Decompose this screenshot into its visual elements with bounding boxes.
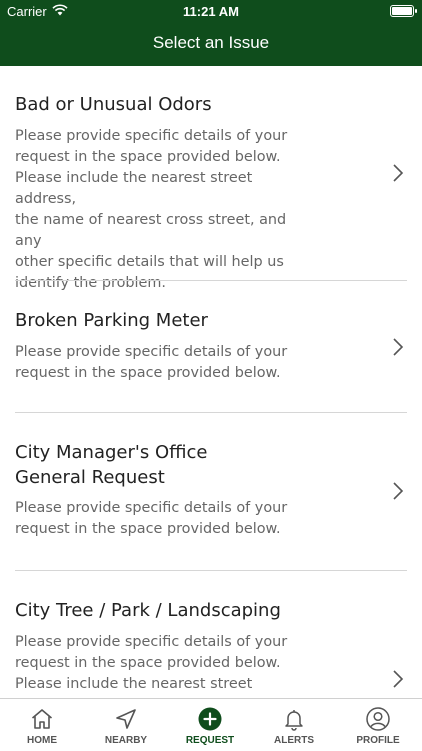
plus-circle-icon <box>198 707 222 731</box>
user-circle-icon <box>366 707 390 731</box>
issue-title: Broken Parking Meter <box>15 310 208 331</box>
chevron-right-icon <box>393 338 404 356</box>
chevron-right-icon <box>393 670 404 688</box>
issue-description: Please provide specific details of your … <box>15 344 288 381</box>
tab-bar: HOME NEARBY REQUEST ALERTS PROFILE <box>0 698 422 751</box>
issue-description: Please provide specific details of your … <box>15 128 288 291</box>
navigation-arrow-icon <box>116 709 136 729</box>
tab-request[interactable]: REQUEST <box>168 699 252 751</box>
bell-icon <box>285 710 303 731</box>
chevron-right-icon <box>393 482 404 500</box>
issue-title: City Manager's Office General Request <box>15 442 208 488</box>
tab-home[interactable]: HOME <box>0 699 84 751</box>
page-title: Select an Issue <box>152 33 270 52</box>
navigation-bar: Select an Issue <box>0 22 422 66</box>
issue-title: Bad or Unusual Odors <box>15 94 212 115</box>
tab-label: PROFILE <box>356 735 400 746</box>
issue-item-city-tree[interactable]: City Tree / Park / Landscaping Please pr… <box>15 571 422 698</box>
chevron-right-icon <box>393 164 404 182</box>
home-icon <box>31 709 53 729</box>
tab-profile[interactable]: PROFILE <box>336 699 420 751</box>
issue-item-bad-odors[interactable]: Bad or Unusual Odors Please provide spec… <box>15 66 422 291</box>
tab-label: REQUEST <box>185 735 235 746</box>
issue-item-city-manager[interactable]: City Manager's Office General Request Pl… <box>15 413 422 571</box>
tab-label: HOME <box>27 735 57 746</box>
clock: 11:21 AM <box>183 4 239 19</box>
tab-nearby[interactable]: NEARBY <box>84 699 168 751</box>
issue-description: Please provide specific details of your … <box>15 634 288 698</box>
tab-label: NEARBY <box>104 735 148 746</box>
issue-item-parking-meter[interactable]: Broken Parking Meter Please provide spec… <box>15 281 422 413</box>
battery-icon <box>390 5 417 17</box>
issue-description: Please provide specific details of your … <box>15 500 288 537</box>
tab-alerts[interactable]: ALERTS <box>252 699 336 751</box>
status-bar: Carrier 11:21 AM <box>0 0 422 22</box>
issue-list[interactable]: Bad or Unusual Odors Please provide spec… <box>0 66 422 698</box>
issue-title: City Tree / Park / Landscaping <box>15 600 281 621</box>
tab-label: ALERTS <box>274 735 314 746</box>
